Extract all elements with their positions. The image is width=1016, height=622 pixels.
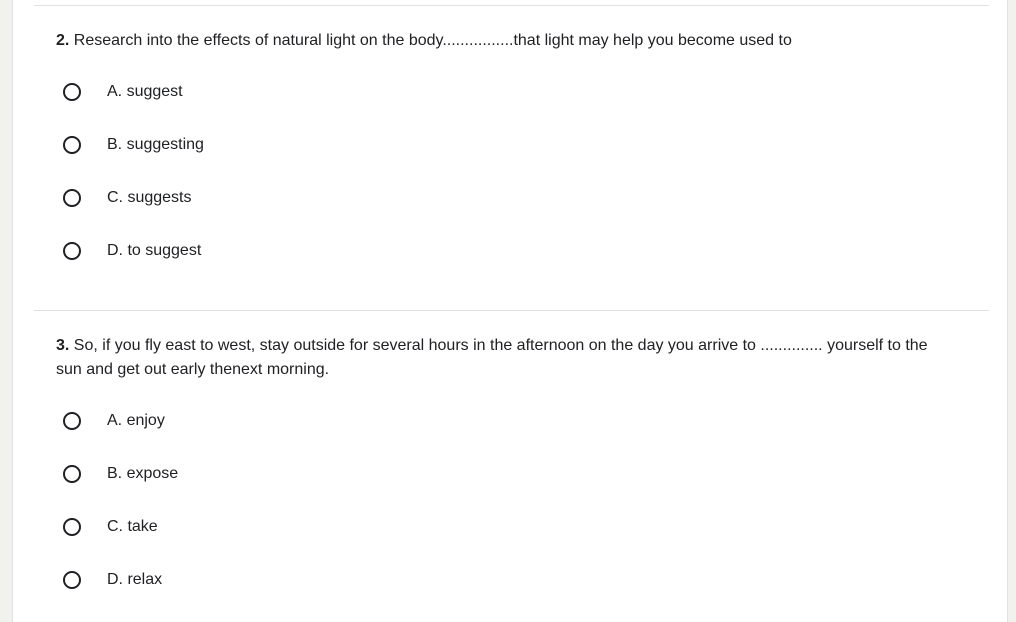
radio-unchecked-icon[interactable] <box>63 242 81 260</box>
quiz-card: 2. Research into the effects of natural … <box>12 0 1008 622</box>
radio-unchecked-icon[interactable] <box>63 83 81 101</box>
option-label: C. suggests <box>107 189 192 206</box>
question-3-text: 3. So, if you fly east to west, stay out… <box>56 334 956 382</box>
question-3-option-b[interactable]: B. expose <box>63 461 178 487</box>
option-label: A. suggest <box>107 83 183 100</box>
option-label: C. take <box>107 518 158 535</box>
question-3-option-c[interactable]: C. take <box>63 514 158 540</box>
divider-between-questions <box>34 310 989 311</box>
question-2-prompt: Research into the effects of natural lig… <box>73 32 792 49</box>
option-label: A. enjoy <box>107 412 165 429</box>
question-3-number: 3. <box>56 337 70 354</box>
option-label: D. to suggest <box>107 242 202 259</box>
option-label: B. expose <box>107 465 179 482</box>
radio-unchecked-icon[interactable] <box>63 571 81 589</box>
radio-unchecked-icon[interactable] <box>63 189 81 207</box>
question-2-option-d[interactable]: D. to suggest <box>63 238 201 264</box>
radio-unchecked-icon[interactable] <box>63 412 81 430</box>
question-2-option-c[interactable]: C. suggests <box>63 185 191 211</box>
question-2-option-a[interactable]: A. suggest <box>63 79 183 105</box>
radio-unchecked-icon[interactable] <box>63 518 81 536</box>
question-2-option-b[interactable]: B. suggesting <box>63 132 204 158</box>
radio-unchecked-icon[interactable] <box>63 136 81 154</box>
question-2-number: 2. <box>56 32 70 49</box>
question-2-text: 2. Research into the effects of natural … <box>56 29 956 53</box>
radio-unchecked-icon[interactable] <box>63 465 81 483</box>
divider-top <box>34 5 989 6</box>
question-3-option-d[interactable]: D. relax <box>63 567 162 593</box>
question-3-option-a[interactable]: A. enjoy <box>63 408 165 434</box>
option-label: D. relax <box>107 571 163 588</box>
question-3-prompt: So, if you fly east to west, stay outsid… <box>56 337 928 378</box>
option-label: B. suggesting <box>107 136 204 153</box>
